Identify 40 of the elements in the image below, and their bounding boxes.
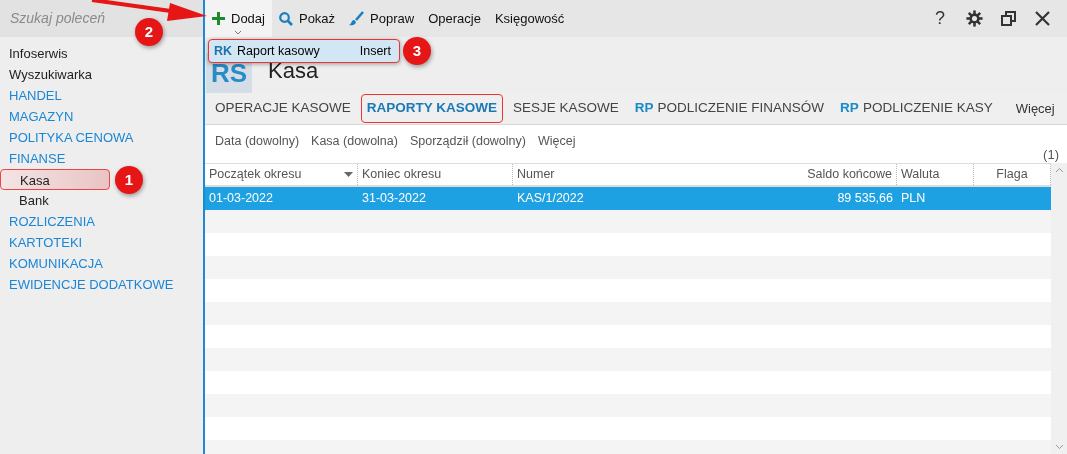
nav-link[interactable]: Wyszukiwarka <box>9 64 203 85</box>
table-cell-text: 89 535,66 <box>837 190 893 208</box>
column-header[interactable]: Koniec okresu <box>358 164 513 185</box>
caret-icon <box>234 30 243 35</box>
nav-item[interactable]: Bank <box>0 190 110 211</box>
close-icon <box>1034 11 1050 26</box>
toolbar-button[interactable]: Księgowość <box>487 0 572 37</box>
table-cell-text: 31-03-2022 <box>362 190 426 208</box>
tab[interactable]: RP PODLICZENIE FINANSÓW <box>628 94 831 123</box>
tab[interactable]: RAPORTY KASOWE <box>360 94 504 123</box>
table-cell-text: KAS/1/2022 <box>517 190 584 208</box>
nav-item[interactable]: Kasa <box>0 169 110 190</box>
menu-item[interactable]: RK Raport kasowy Insert <box>208 39 400 63</box>
toolbar-button[interactable]: Pokaż <box>271 0 343 37</box>
column-header[interactable]: Numer <box>513 164 741 185</box>
restore-icon <box>1000 11 1016 26</box>
plus-icon <box>212 12 225 25</box>
column-header[interactable]: Waluta <box>897 164 974 185</box>
record-count: (1) <box>1043 147 1059 162</box>
nav-link[interactable]: Infoserwis <box>9 43 203 64</box>
filter-button[interactable]: Więcej <box>537 132 576 147</box>
brush-icon <box>349 11 365 26</box>
filter-button[interactable]: Data (dowolny) <box>215 132 300 147</box>
tab[interactable]: SESJE KASOWE <box>507 94 625 123</box>
toolbar-button[interactable]: Operacje <box>421 0 488 37</box>
column-header[interactable]: Saldo końcowe <box>741 164 897 185</box>
tab[interactable]: RP PODLICZENIE KASY <box>834 94 999 123</box>
help-button[interactable]: ? <box>923 0 957 37</box>
more-link[interactable]: Więcej <box>1009 97 1061 120</box>
table-cell-text: 01-03-2022 <box>209 190 273 208</box>
toolbar-button[interactable]: Popraw <box>342 0 422 37</box>
column-header[interactable]: Początek okresu <box>205 164 358 185</box>
search-icon <box>278 11 293 26</box>
gear-icon <box>965 10 983 27</box>
table-cell-text: PLN <box>901 190 926 208</box>
tab[interactable]: OPERACJE KASOWE <box>209 94 357 123</box>
filter-button[interactable]: Sporządził (dowolny) <box>409 132 526 147</box>
sort-icon[interactable] <box>344 172 353 177</box>
toolbar-button[interactable]: Dodaj <box>205 0 272 37</box>
filter-button[interactable]: Kasa (dowolna) <box>311 132 398 147</box>
